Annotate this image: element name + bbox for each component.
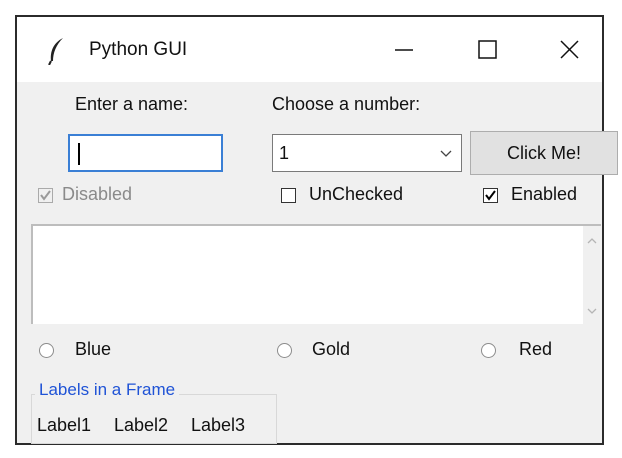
frame-label-3: Label3	[191, 415, 246, 435]
maximize-icon	[478, 40, 497, 59]
window-title: Python GUI	[89, 39, 188, 60]
frame-title: Labels in a Frame	[35, 380, 180, 400]
scroll-arrows-icon[interactable]	[583, 226, 601, 326]
radio-blue-label[interactable]: Blue	[75, 339, 111, 360]
enabled-checkbox[interactable]	[483, 188, 498, 203]
minimize-icon	[395, 49, 413, 51]
name-entry[interactable]	[68, 134, 223, 172]
disabled-checkbox-label: Disabled	[62, 184, 133, 204]
radio-blue[interactable]	[39, 343, 54, 358]
radio-gold[interactable]	[277, 343, 292, 358]
vertical-scrollbar[interactable]	[583, 226, 601, 324]
enabled-checkbox-label[interactable]: Enabled	[511, 184, 577, 205]
title-bar[interactable]: Python GUI	[17, 17, 602, 82]
minimize-button[interactable]	[372, 17, 434, 82]
close-icon	[560, 40, 579, 59]
text-caret	[78, 143, 80, 165]
name-label: Enter a name:	[75, 94, 189, 114]
click-me-button[interactable]: Click Me!	[470, 131, 618, 175]
maximize-button[interactable]	[457, 17, 519, 82]
feather-icon	[48, 38, 63, 65]
frame-label-1: Label1	[37, 415, 92, 435]
checkmark-icon	[485, 190, 496, 201]
combobox-value: 1	[279, 143, 290, 163]
app-window: Python GUI Enter a name: Choose a number…	[15, 15, 618, 445]
number-label: Choose a number:	[272, 94, 421, 114]
disabled-checkbox	[38, 188, 53, 203]
checkmark-icon	[40, 190, 51, 201]
scrolled-text-area[interactable]	[31, 224, 601, 324]
frame-label-2: Label2	[114, 415, 169, 435]
unchecked-checkbox-label[interactable]: UnChecked	[309, 184, 403, 205]
radio-gold-label[interactable]: Gold	[312, 339, 350, 360]
radio-red-label[interactable]: Red	[519, 339, 552, 360]
close-button[interactable]	[539, 17, 601, 82]
chevron-down-icon[interactable]	[439, 147, 453, 161]
number-combobox[interactable]: 1	[272, 134, 462, 172]
radio-red[interactable]	[481, 343, 496, 358]
unchecked-checkbox[interactable]	[281, 188, 296, 203]
